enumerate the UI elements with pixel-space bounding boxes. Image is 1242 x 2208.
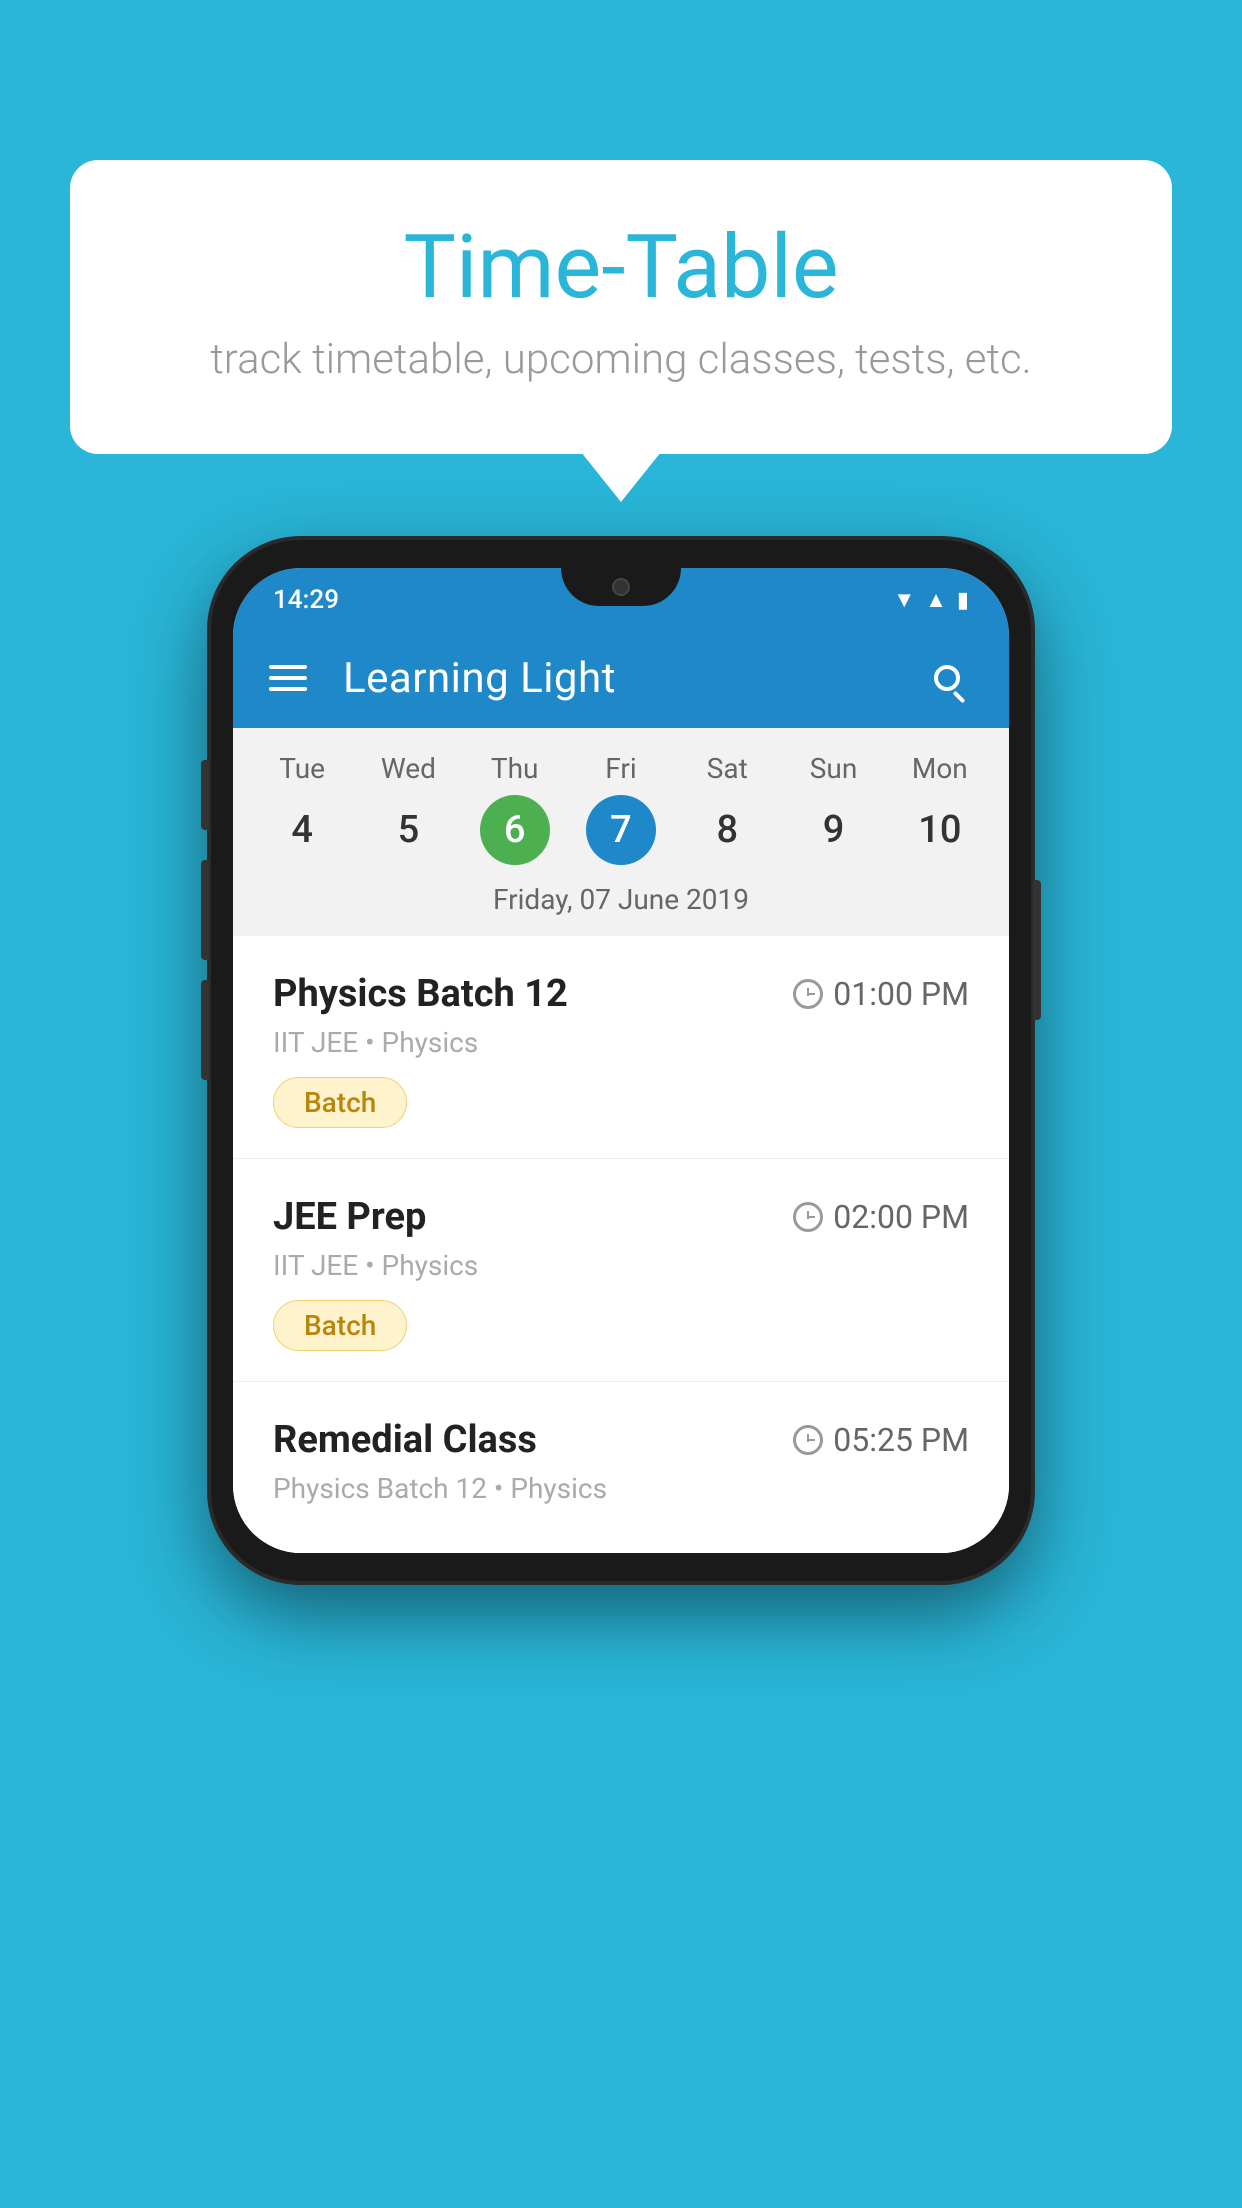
tooltip-card: Time-Table track timetable, upcoming cla… xyxy=(70,160,1172,454)
schedule-time-text-1: 01:00 PM xyxy=(833,975,969,1013)
calendar-day-thu[interactable]: Thu 6 xyxy=(462,752,568,865)
app-bar: Learning Light xyxy=(233,628,1009,728)
menu-button[interactable] xyxy=(269,665,307,691)
schedule-list: Physics Batch 12 01:00 PM IIT JEE • Phys… xyxy=(233,936,1009,1553)
day-label-tue: Tue xyxy=(279,752,325,785)
clock-icon-1 xyxy=(793,979,823,1009)
calendar-section: Tue 4 Wed 5 Thu 6 Fri xyxy=(233,728,1009,936)
signal-icon: ▲ xyxy=(925,587,947,613)
status-time: 14:29 xyxy=(273,585,339,615)
schedule-header-2: JEE Prep 02:00 PM xyxy=(273,1195,969,1239)
day-number-wed: 5 xyxy=(373,795,443,865)
day-number-fri: 7 xyxy=(586,795,656,865)
schedule-time-text-2: 02:00 PM xyxy=(833,1198,969,1236)
schedule-meta-3: Physics Batch 12 • Physics xyxy=(273,1472,969,1505)
schedule-time-2: 02:00 PM xyxy=(793,1198,969,1236)
battery-icon: ▮ xyxy=(957,588,969,613)
day-number-thu: 6 xyxy=(480,795,550,865)
power-button xyxy=(1033,880,1041,1020)
calendar-day-sun[interactable]: Sun 9 xyxy=(780,752,886,865)
day-number-mon: 10 xyxy=(905,795,975,865)
calendar-day-sat[interactable]: Sat 8 xyxy=(674,752,780,865)
calendar-day-tue[interactable]: Tue 4 xyxy=(249,752,355,865)
front-camera xyxy=(612,578,630,596)
calendar-day-mon[interactable]: Mon 10 xyxy=(887,752,993,865)
status-icons: ▼ ▲ ▮ xyxy=(893,587,969,613)
schedule-item-1[interactable]: Physics Batch 12 01:00 PM IIT JEE • Phys… xyxy=(233,936,1009,1159)
day-label-sat: Sat xyxy=(707,752,748,785)
day-label-mon: Mon xyxy=(912,752,968,785)
selected-date-label: Friday, 07 June 2019 xyxy=(233,873,1009,936)
phone-notch xyxy=(561,568,681,606)
schedule-name-3: Remedial Class xyxy=(273,1418,537,1462)
search-icon xyxy=(934,665,960,691)
batch-badge-1: Batch xyxy=(273,1077,407,1128)
schedule-time-1: 01:00 PM xyxy=(793,975,969,1013)
camera-button xyxy=(201,980,209,1080)
schedule-item-2[interactable]: JEE Prep 02:00 PM IIT JEE • Physics Batc… xyxy=(233,1159,1009,1382)
volume-up-button xyxy=(201,760,209,830)
calendar-day-fri[interactable]: Fri 7 xyxy=(568,752,674,865)
tooltip-title: Time-Table xyxy=(150,220,1092,317)
calendar-day-wed[interactable]: Wed 5 xyxy=(355,752,461,865)
schedule-time-text-3: 05:25 PM xyxy=(833,1421,969,1459)
schedule-name-1: Physics Batch 12 xyxy=(273,972,568,1016)
day-label-sun: Sun xyxy=(810,752,858,785)
schedule-time-3: 05:25 PM xyxy=(793,1421,969,1459)
day-label-fri: Fri xyxy=(605,752,636,785)
schedule-name-2: JEE Prep xyxy=(273,1195,426,1239)
clock-icon-2 xyxy=(793,1202,823,1232)
schedule-item-3[interactable]: Remedial Class 05:25 PM Physics Batch 12… xyxy=(233,1382,1009,1553)
schedule-header-1: Physics Batch 12 01:00 PM xyxy=(273,972,969,1016)
phone-shell: 14:29 ▼ ▲ ▮ Learning Light xyxy=(211,540,1031,1581)
day-label-wed: Wed xyxy=(381,752,436,785)
schedule-meta-1: IIT JEE • Physics xyxy=(273,1026,969,1059)
phone-screen: 14:29 ▼ ▲ ▮ Learning Light xyxy=(233,568,1009,1553)
days-row: Tue 4 Wed 5 Thu 6 Fri xyxy=(233,728,1009,873)
wifi-icon: ▼ xyxy=(893,587,915,613)
volume-down-button xyxy=(201,860,209,960)
search-button[interactable] xyxy=(921,652,973,704)
phone-device: 14:29 ▼ ▲ ▮ Learning Light xyxy=(211,540,1031,1581)
day-number-sat: 8 xyxy=(692,795,762,865)
day-number-sun: 9 xyxy=(799,795,869,865)
clock-icon-3 xyxy=(793,1425,823,1455)
app-title: Learning Light xyxy=(343,654,921,703)
day-label-thu: Thu xyxy=(491,752,539,785)
tooltip-subtitle: track timetable, upcoming classes, tests… xyxy=(150,335,1092,384)
day-number-tue: 4 xyxy=(267,795,337,865)
batch-badge-2: Batch xyxy=(273,1300,407,1351)
schedule-header-3: Remedial Class 05:25 PM xyxy=(273,1418,969,1462)
schedule-meta-2: IIT JEE • Physics xyxy=(273,1249,969,1282)
